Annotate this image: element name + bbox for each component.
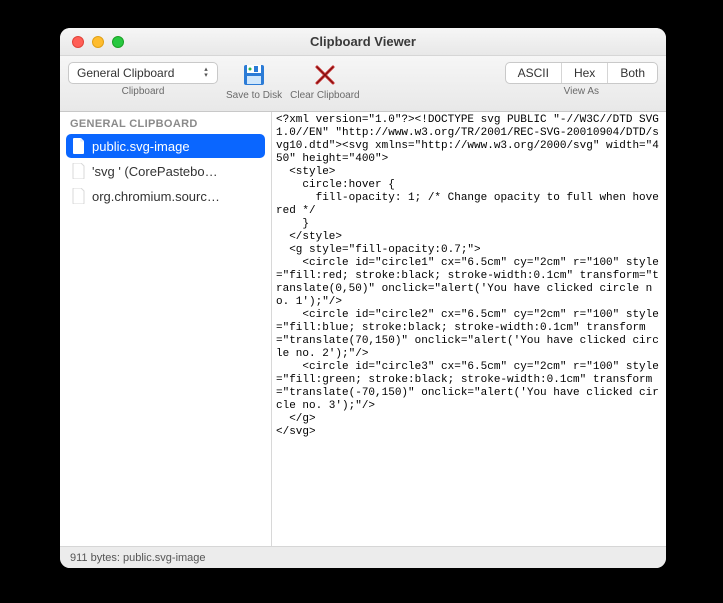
toolbar: General Clipboard ▴▾ Clipboard Save to D… — [60, 56, 666, 112]
sidebar-item-corepasteboard[interactable]: 'svg ' (CorePastebo… — [66, 159, 265, 183]
window-controls — [60, 36, 124, 48]
view-as-ascii-button[interactable]: ASCII — [506, 63, 561, 83]
document-icon — [72, 188, 86, 204]
statusbar: 911 bytes: public.svg-image — [60, 546, 666, 568]
view-as-both-button[interactable]: Both — [607, 63, 657, 83]
close-icon[interactable] — [72, 36, 84, 48]
floppy-disk-icon — [241, 62, 267, 88]
view-as-hex-button[interactable]: Hex — [561, 63, 607, 83]
view-as-label: View As — [564, 86, 599, 97]
titlebar: Clipboard Viewer — [60, 28, 666, 56]
sidebar: GENERAL CLIPBOARD public.svg-image 'svg … — [60, 112, 272, 546]
document-icon — [72, 163, 86, 179]
sidebar-item-label: 'svg ' (CorePastebo… — [92, 164, 218, 179]
zoom-icon[interactable] — [112, 36, 124, 48]
app-window: Clipboard Viewer General Clipboard ▴▾ Cl… — [60, 28, 666, 568]
document-icon — [72, 138, 86, 154]
save-to-disk-label: Save to Disk — [226, 90, 282, 101]
clear-clipboard-label: Clear Clipboard — [290, 90, 359, 101]
view-as-group: ASCII Hex Both View As — [505, 62, 658, 97]
x-icon — [312, 62, 338, 88]
clear-clipboard-button[interactable] — [307, 62, 343, 88]
chevron-updown-icon: ▴▾ — [199, 66, 213, 80]
body: GENERAL CLIPBOARD public.svg-image 'svg … — [60, 112, 666, 546]
content-view[interactable]: <?xml version="1.0"?><!DOCTYPE svg PUBLI… — [272, 112, 666, 546]
view-as-segmented: ASCII Hex Both — [505, 62, 658, 84]
sidebar-section-header: GENERAL CLIPBOARD — [60, 112, 271, 134]
sidebar-item-svg-image[interactable]: public.svg-image — [66, 134, 265, 158]
minimize-icon[interactable] — [92, 36, 104, 48]
sidebar-item-label: public.svg-image — [92, 139, 190, 154]
clipboard-selector-value: General Clipboard — [77, 66, 174, 80]
clipboard-selector-group: General Clipboard ▴▾ Clipboard — [68, 62, 218, 97]
sidebar-item-label: org.chromium.sourc… — [92, 189, 220, 204]
clipboard-selector[interactable]: General Clipboard ▴▾ — [68, 62, 218, 84]
status-text: 911 bytes: public.svg-image — [70, 552, 206, 564]
sidebar-item-chromium-source[interactable]: org.chromium.sourc… — [66, 184, 265, 208]
save-to-disk-button[interactable] — [236, 62, 272, 88]
clear-clipboard-group: Clear Clipboard — [290, 62, 359, 101]
save-to-disk-group: Save to Disk — [226, 62, 282, 101]
window-title: Clipboard Viewer — [60, 34, 666, 49]
clipboard-selector-label: Clipboard — [122, 86, 165, 97]
